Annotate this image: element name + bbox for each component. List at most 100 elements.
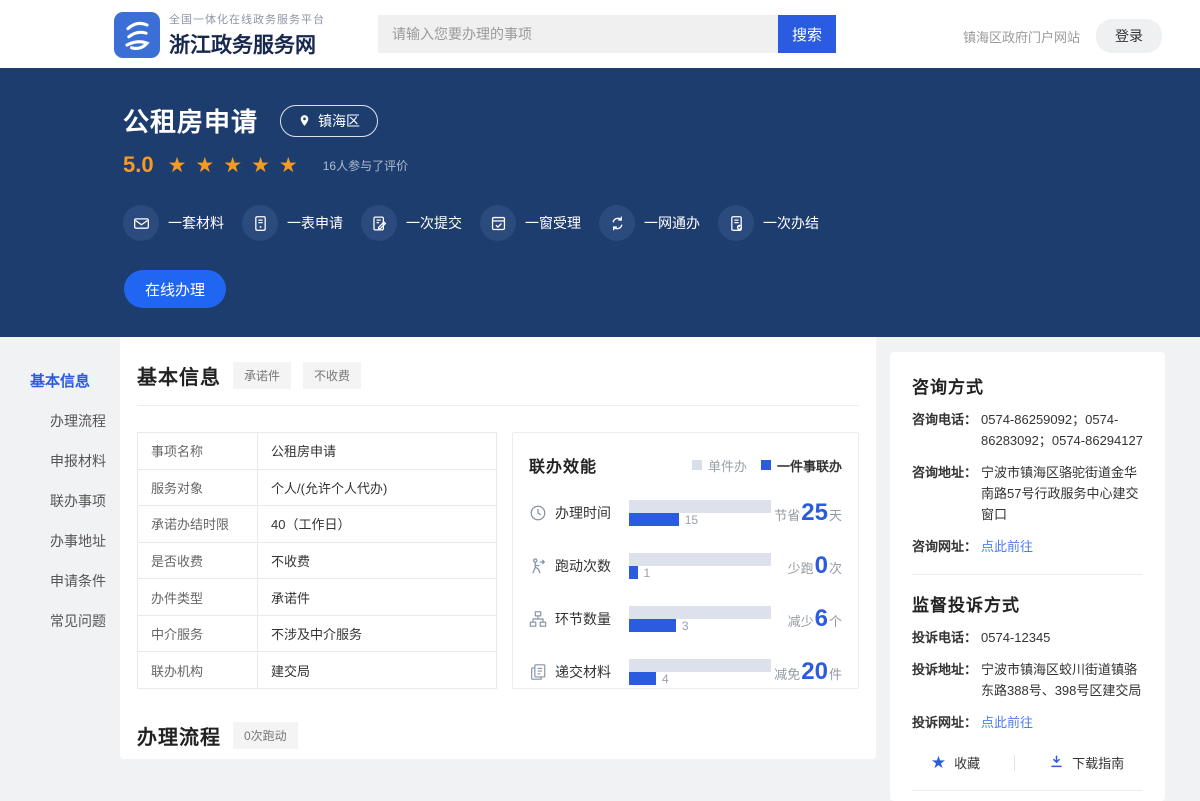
rating-stars: ★★★★★ bbox=[168, 153, 307, 178]
feature-one-set-materials: 一套材料 bbox=[123, 205, 222, 241]
consult-address-row: 咨询地址： 宁波市镇海区骆驼街道金华南路57号行政服务中心建交窗口 bbox=[912, 462, 1143, 525]
process-title: 办理流程 bbox=[137, 721, 221, 750]
rating-score: 5.0 bbox=[123, 152, 154, 178]
feature-one-window: 一窗受理 bbox=[480, 205, 579, 241]
sidebar-item-joint-items[interactable]: 联办事项 bbox=[50, 491, 106, 511]
efficiency-title: 联办效能 bbox=[529, 453, 597, 477]
divider bbox=[912, 790, 1143, 791]
flow-nodes-icon bbox=[529, 610, 555, 628]
table-row: 承诺办结时限40（工作日） bbox=[138, 506, 497, 543]
portal-link[interactable]: 镇海区政府门户网站 bbox=[963, 27, 1080, 46]
bar-group: 4 bbox=[629, 659, 771, 685]
favorite-button[interactable]: ★ 收藏 bbox=[931, 753, 980, 772]
joint-bar bbox=[629, 566, 638, 579]
location-pin-icon bbox=[298, 114, 311, 127]
table-row: 服务对象个人/(允许个人代办) bbox=[138, 469, 497, 506]
no-fee-badge: 不收费 bbox=[303, 362, 361, 389]
sidebar-item-conditions[interactable]: 申请条件 bbox=[50, 571, 106, 591]
contact-card: 咨询方式 咨询电话： 0574-86259092；0574-86283092；0… bbox=[890, 352, 1165, 801]
card-actions: ★ 收藏 下载指南 bbox=[912, 753, 1143, 772]
search-input[interactable] bbox=[378, 15, 778, 53]
district-pill[interactable]: 镇海区 bbox=[280, 105, 378, 137]
stat-fewer-steps: 减少6个 bbox=[788, 605, 842, 633]
online-apply-button[interactable]: 在线办理 bbox=[124, 270, 226, 308]
top-bar: 全国一体化在线政务服务平台 浙江政务服务网 搜索 镇海区政府门户网站 登录 bbox=[0, 0, 1200, 68]
bar-group: 1 bbox=[629, 553, 771, 579]
envelope-icon bbox=[123, 205, 159, 241]
stat-fewer-trips: 少跑0次 bbox=[788, 552, 842, 580]
content-area: 基本信息 办理流程 申报材料 联办事项 办事地址 申请条件 常见问题 基本信息 … bbox=[0, 337, 1200, 759]
logo-swirl-icon bbox=[114, 12, 160, 58]
form-icon bbox=[242, 205, 278, 241]
table-row: 事项名称公租房申请 bbox=[138, 433, 497, 470]
table-row: 联办机构建交局 bbox=[138, 652, 497, 689]
logo-text: 全国一体化在线政务服务平台 浙江政务服务网 bbox=[169, 11, 325, 59]
main-card: 基本信息 承诺件 不收费 事项名称公租房申请 服务对象个人/(允许个人代办) 承… bbox=[120, 337, 876, 759]
single-bar bbox=[629, 659, 771, 672]
network-sync-icon bbox=[599, 205, 635, 241]
sidebar-item-basic-info[interactable]: 基本信息 bbox=[30, 370, 106, 391]
chart-legend: 单件办 一件事联办 bbox=[692, 456, 842, 475]
documents-icon bbox=[529, 663, 555, 681]
efficiency-row-time: 办理时间 15 节省25天 bbox=[529, 496, 842, 530]
complaint-website-link[interactable]: 点此前往 bbox=[981, 712, 1033, 733]
legend-single-swatch bbox=[692, 460, 702, 470]
topbar-right: 镇海区政府门户网站 登录 bbox=[963, 19, 1162, 53]
single-bar bbox=[629, 553, 771, 566]
login-button[interactable]: 登录 bbox=[1096, 19, 1162, 53]
platform-tagline: 全国一体化在线政务服务平台 bbox=[169, 11, 325, 27]
clock-icon bbox=[529, 504, 555, 522]
single-bar bbox=[629, 606, 771, 619]
promise-type-badge: 承诺件 bbox=[233, 362, 291, 389]
consult-title: 咨询方式 bbox=[912, 373, 1143, 398]
window-check-icon bbox=[480, 205, 516, 241]
efficiency-row-materials: 递交材料 4 减免20件 bbox=[529, 655, 842, 689]
divider bbox=[137, 405, 859, 406]
joint-bar bbox=[629, 672, 656, 685]
joint-efficiency-panel: 联办效能 单件办 一件事联办 办理时间 bbox=[512, 432, 859, 689]
runner-icon bbox=[529, 557, 555, 575]
zero-trip-badge: 0次跑动 bbox=[233, 722, 298, 749]
single-bar bbox=[629, 500, 771, 513]
submit-doc-icon bbox=[361, 205, 397, 241]
complaint-website-row: 投诉网址： 点此前往 bbox=[912, 712, 1143, 733]
efficiency-row-trips: 跑动次数 1 少跑0次 bbox=[529, 549, 842, 583]
complaint-address-row: 投诉地址： 宁波市镇海区蛟川街道镇骆东路388号、398号区建交局 bbox=[912, 659, 1143, 701]
complaint-title: 监督投诉方式 bbox=[912, 591, 1143, 616]
download-icon bbox=[1049, 754, 1064, 772]
stat-saved-days: 节省25天 bbox=[774, 499, 842, 527]
efficiency-row-steps: 环节数量 3 减少6个 bbox=[529, 602, 842, 636]
complete-doc-icon bbox=[718, 205, 754, 241]
site-logo[interactable]: 全国一体化在线政务服务平台 浙江政务服务网 bbox=[114, 11, 325, 59]
search-bar: 搜索 bbox=[378, 15, 836, 53]
consult-website-row: 咨询网址： 点此前往 bbox=[912, 536, 1143, 557]
divider bbox=[912, 574, 1143, 575]
favorite-star-icon: ★ bbox=[931, 754, 946, 771]
page-title: 公租房申请 bbox=[123, 102, 258, 139]
legend-joint-swatch bbox=[761, 460, 771, 470]
sidebar-item-process[interactable]: 办理流程 bbox=[50, 411, 106, 431]
anchor-nav: 基本信息 办理流程 申报材料 联办事项 办事地址 申请条件 常见问题 bbox=[30, 370, 106, 631]
feature-one-network: 一网通办 bbox=[599, 205, 698, 241]
rating-row: 5.0 ★★★★★ 16人参与了评价 bbox=[123, 152, 1200, 178]
complaint-phone-row: 投诉电话： 0574-12345 bbox=[912, 627, 1143, 648]
sidebar-item-materials[interactable]: 申报材料 bbox=[50, 451, 106, 471]
rating-count: 16人参与了评价 bbox=[323, 157, 408, 174]
consult-website-link[interactable]: 点此前往 bbox=[981, 536, 1033, 557]
download-guide-button[interactable]: 下载指南 bbox=[1049, 753, 1124, 772]
table-row: 是否收费不收费 bbox=[138, 542, 497, 579]
bar-group: 3 bbox=[629, 606, 771, 632]
district-label: 镇海区 bbox=[318, 111, 360, 131]
sidebar-item-address[interactable]: 办事地址 bbox=[50, 531, 106, 551]
feature-one-submission: 一次提交 bbox=[361, 205, 460, 241]
feature-one-form: 一表申请 bbox=[242, 205, 341, 241]
hero-banner: 公租房申请 镇海区 5.0 ★★★★★ 16人参与了评价 一套材料 bbox=[0, 68, 1200, 337]
stat-waived-materials: 减免20件 bbox=[774, 658, 842, 686]
consult-phone-row: 咨询电话： 0574-86259092；0574-86283092；0574-8… bbox=[912, 409, 1143, 451]
table-row: 中介服务不涉及中介服务 bbox=[138, 615, 497, 652]
search-button[interactable]: 搜索 bbox=[778, 15, 836, 53]
divider bbox=[1014, 755, 1015, 771]
site-name: 浙江政务服务网 bbox=[169, 29, 325, 59]
basic-info-table: 事项名称公租房申请 服务对象个人/(允许个人代办) 承诺办结时限40（工作日） … bbox=[137, 432, 497, 689]
sidebar-item-faq[interactable]: 常见问题 bbox=[50, 611, 106, 631]
